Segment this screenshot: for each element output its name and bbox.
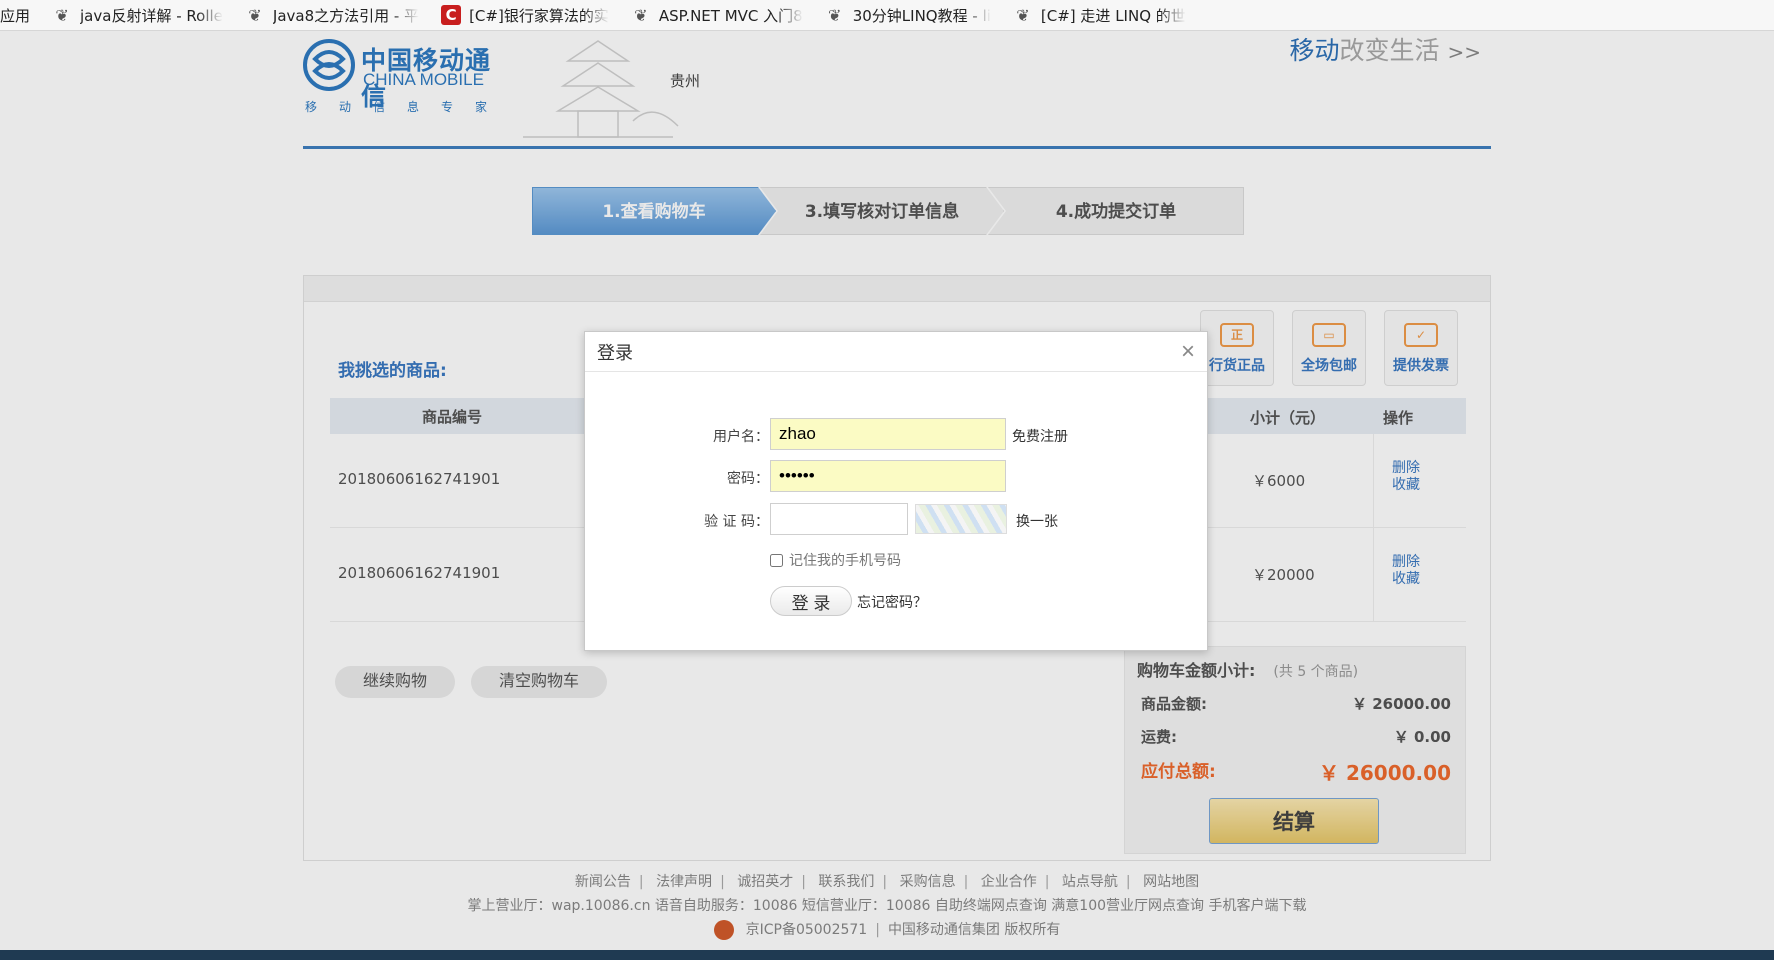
login-dialog: 登录 × 用户名： 免费注册 密码： 验 证 码： 换一张 记住我的手机号码 登…	[584, 331, 1208, 651]
dialog-title: 登录	[597, 342, 633, 364]
close-icon[interactable]: ×	[1181, 338, 1195, 366]
password-label: 密码：	[727, 471, 769, 487]
username-row: 用户名： 免费注册	[585, 418, 1209, 450]
os-taskbar	[0, 950, 1774, 960]
bookmark-item[interactable]: ❦ java反射详解 - Rolle	[52, 5, 223, 26]
password-row: 密码：	[585, 460, 1209, 492]
bookmark-label: [C#]银行家算法的实	[469, 6, 609, 25]
register-link[interactable]: 免费注册	[1012, 426, 1068, 446]
bookmark-label: java反射详解 - Rolle	[80, 6, 223, 25]
leaf-icon: ❦	[828, 5, 842, 25]
username-input[interactable]	[770, 418, 1006, 450]
remember-phone[interactable]: 记住我的手机号码	[770, 550, 901, 570]
leaf-icon: ❦	[55, 5, 69, 25]
forgot-password-link[interactable]: 忘记密码？	[857, 592, 927, 612]
leaf-icon: ❦	[634, 5, 648, 25]
username-label: 用户名：	[713, 429, 769, 445]
captcha-input[interactable]	[770, 503, 908, 535]
captcha-row: 验 证 码： 换一张	[585, 503, 1209, 535]
bookmark-label: Java8之方法引用 - 平	[272, 6, 420, 25]
bookmark-item[interactable]: C [C#]银行家算法的实	[441, 5, 609, 26]
captcha-refresh-link[interactable]: 换一张	[1016, 511, 1058, 531]
bookmark-label: 30分钟LINQ教程 - li	[852, 6, 991, 25]
bookmark-label: [C#] 走进 LINQ 的世	[1040, 6, 1186, 25]
remember-label: 记住我的手机号码	[789, 553, 901, 569]
bookmark-item[interactable]: ❦ Java8之方法引用 - 平	[245, 5, 419, 26]
bookmark-item[interactable]: ❦ ASP.NET MVC 入门8	[631, 5, 803, 26]
captcha-label: 验 证 码：	[704, 514, 769, 530]
bookmark-item[interactable]: ❦ [C#] 走进 LINQ 的世	[1013, 5, 1186, 26]
bookmark-apps[interactable]: 应用	[0, 5, 30, 26]
login-button[interactable]: 登 录	[770, 586, 852, 616]
bookmark-item[interactable]: ❦ 30分钟LINQ教程 - li	[825, 5, 991, 26]
password-input[interactable]	[770, 460, 1006, 492]
c-logo-icon: C	[441, 5, 462, 25]
leaf-icon: ❦	[1016, 5, 1030, 25]
bookmark-label: ASP.NET MVC 入门8	[658, 6, 803, 25]
leaf-icon: ❦	[248, 5, 262, 25]
captcha-image[interactable]	[915, 504, 1007, 534]
dialog-header: 登录 ×	[585, 332, 1207, 372]
remember-checkbox[interactable]	[770, 553, 783, 567]
bookmarks-bar: 应用 ❦ java反射详解 - Rolle ❦ Java8之方法引用 - 平 C [C…	[0, 0, 1774, 31]
